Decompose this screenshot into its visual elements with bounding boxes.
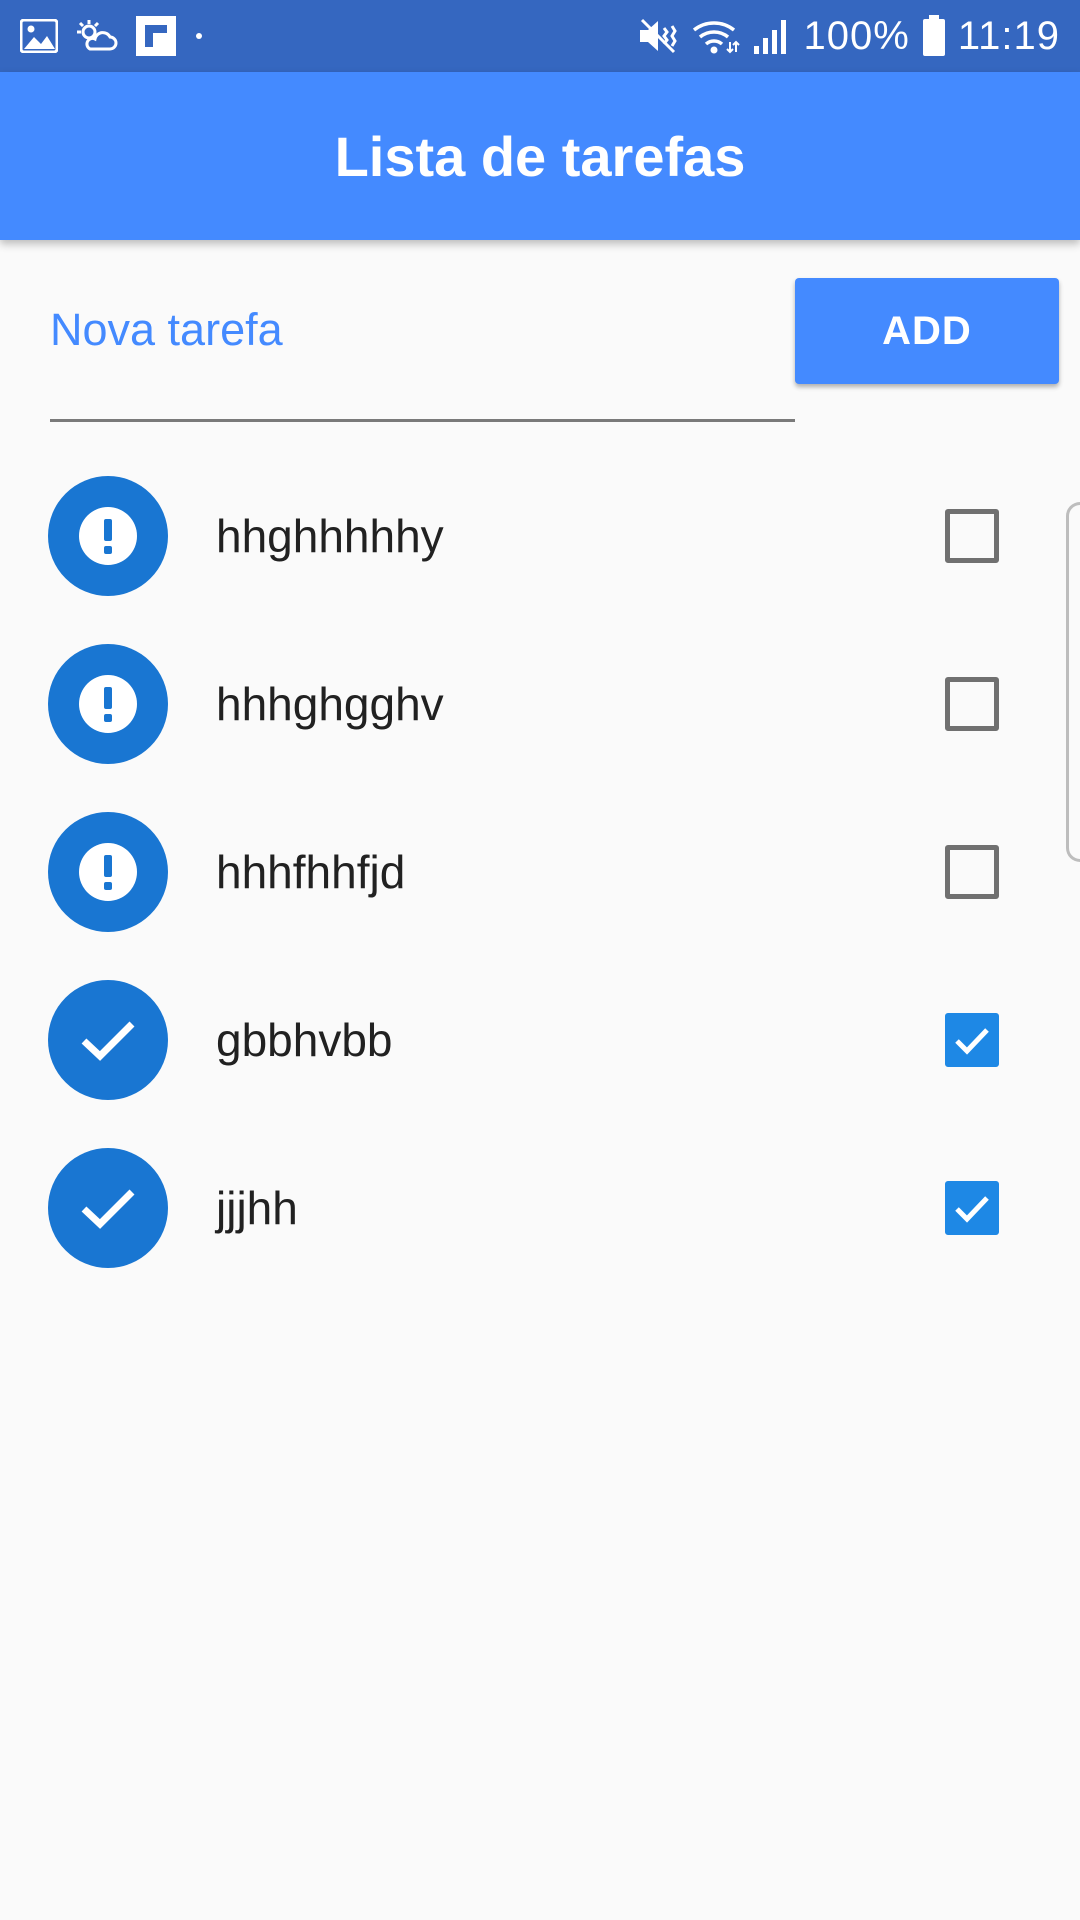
task-checkbox[interactable]: [945, 677, 999, 731]
task-status-avatar: [48, 476, 168, 596]
checkmark-icon: [955, 1196, 989, 1223]
exclamation-icon: [79, 507, 137, 565]
task-checkbox[interactable]: [945, 845, 999, 899]
task-status-avatar: [48, 812, 168, 932]
battery-percent: 100%: [803, 13, 910, 58]
system-status: 100% 11:19: [636, 14, 1060, 59]
image-icon: [20, 19, 58, 53]
task-checkbox[interactable]: [945, 1181, 999, 1235]
clock: 11:19: [957, 13, 1060, 58]
notification-icons: [20, 16, 204, 56]
flipboard-icon: [136, 16, 176, 56]
wifi-icon: [692, 16, 740, 56]
task-list: hhghhhhhy hhhghgghv hhhfhhfjd gbbhvbb jj…: [0, 452, 1080, 1292]
task-label: jjjhh: [216, 1182, 298, 1234]
list-item[interactable]: hhhfhhfjd: [0, 788, 1080, 956]
exclamation-icon: [79, 843, 137, 901]
task-status-avatar: [48, 980, 168, 1100]
checkmark-icon: [955, 1028, 989, 1055]
task-checkbox[interactable]: [945, 1013, 999, 1067]
check-icon: [81, 1021, 135, 1061]
check-icon: [81, 1189, 135, 1229]
add-button[interactable]: ADD: [795, 278, 1059, 384]
battery-icon: [922, 15, 946, 57]
task-label: gbbhvbb: [216, 1014, 393, 1066]
new-task-input[interactable]: [50, 270, 795, 390]
signal-icon: [752, 16, 792, 56]
task-checkbox[interactable]: [945, 509, 999, 563]
list-item[interactable]: hhghhhhhy: [0, 452, 1080, 620]
task-status-avatar: [48, 644, 168, 764]
task-label: hhhghgghv: [216, 678, 444, 730]
app-bar: Lista de tarefas: [0, 72, 1080, 240]
list-item[interactable]: jjjhh: [0, 1124, 1080, 1292]
weather-icon: [76, 19, 118, 53]
task-label: hhghhhhhy: [216, 510, 444, 562]
new-task-field[interactable]: [50, 270, 795, 422]
vibrate-icon: [636, 16, 680, 56]
page-title: Lista de tarefas: [334, 124, 746, 188]
task-status-avatar: [48, 1148, 168, 1268]
list-item[interactable]: gbbhvbb: [0, 956, 1080, 1124]
edge-panel-handle[interactable]: [1066, 502, 1080, 862]
exclamation-icon: [79, 675, 137, 733]
status-bar: 100% 11:19: [0, 0, 1080, 72]
dot-icon: [194, 31, 204, 41]
task-label: hhhfhhfjd: [216, 846, 406, 898]
list-item[interactable]: hhhghgghv: [0, 620, 1080, 788]
